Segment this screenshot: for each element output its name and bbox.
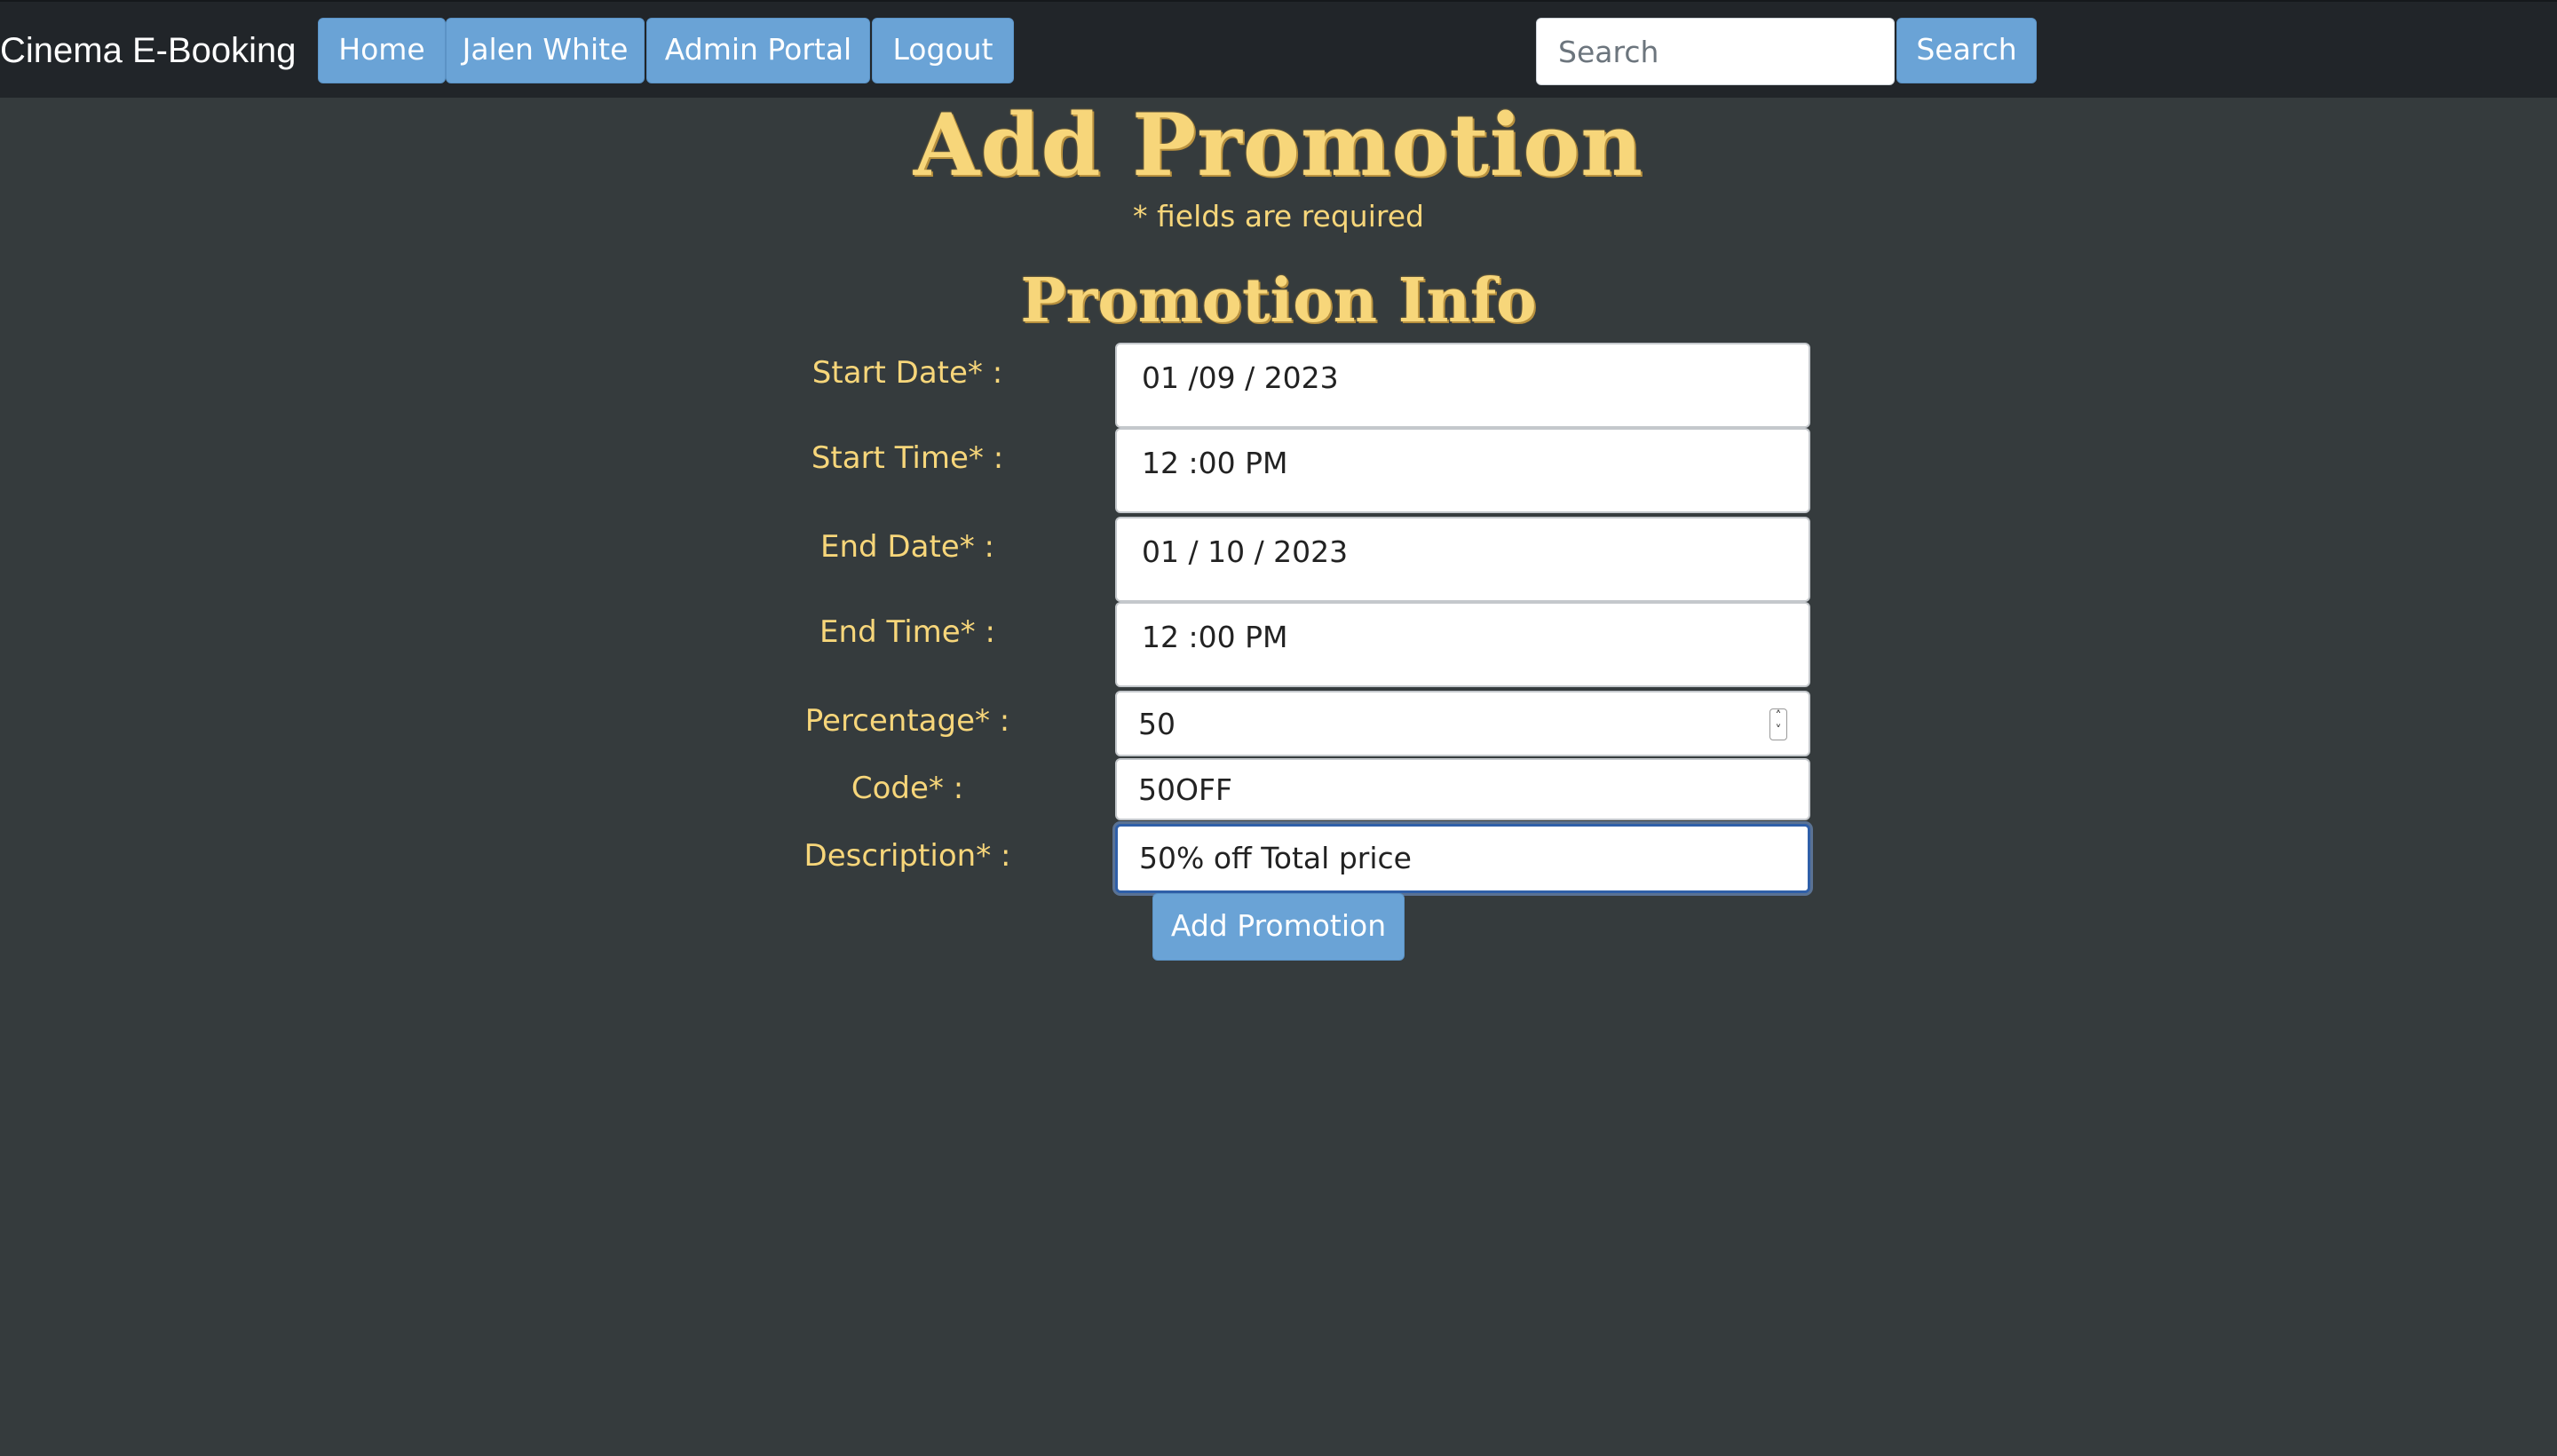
end-time-label: End Time* : [819, 614, 995, 650]
code-field[interactable]: 50OFF [1115, 758, 1810, 820]
code-value: 50OFF [1138, 772, 1232, 807]
percentage-field[interactable]: 50 ˄ ˅ [1115, 691, 1810, 756]
start-date-field[interactable]: 01 /09 / 2023 [1115, 343, 1810, 428]
nav-admin-portal-button[interactable]: Admin Portal [646, 18, 870, 83]
add-promotion-button[interactable]: Add Promotion [1152, 893, 1405, 961]
search-button[interactable]: Search [1896, 18, 2037, 83]
start-time-value: 12 :00 PM [1142, 446, 1288, 480]
description-value: 50% off Total price [1139, 841, 1412, 875]
start-time-label: Start Time* : [811, 440, 1004, 476]
page-title: Add Promotion [913, 95, 1644, 195]
nav-logout-button[interactable]: Logout [872, 18, 1014, 83]
section-title: Promotion Info [1020, 265, 1537, 336]
start-time-field[interactable]: 12 :00 PM [1115, 428, 1810, 513]
end-time-value: 12 :00 PM [1142, 620, 1288, 654]
nav-user-button[interactable]: Jalen White [446, 18, 645, 83]
required-note: * fields are required [1132, 199, 1424, 233]
navbar: Cinema E-Booking Home Jalen White Admin … [0, 0, 2557, 98]
search-input[interactable] [1536, 18, 1895, 85]
code-label: Code* : [851, 771, 964, 806]
percentage-value: 50 [1138, 707, 1176, 741]
description-field[interactable]: 50% off Total price [1115, 824, 1810, 893]
start-date-value: 01 /09 / 2023 [1142, 360, 1339, 395]
end-date-value: 01 / 10 / 2023 [1142, 534, 1349, 569]
number-spinner-icon[interactable]: ˄ ˅ [1769, 708, 1787, 740]
description-label: Description* : [804, 838, 1011, 874]
end-date-field[interactable]: 01 / 10 / 2023 [1115, 517, 1810, 602]
nav-home-button[interactable]: Home [318, 18, 446, 83]
end-time-field[interactable]: 12 :00 PM [1115, 602, 1810, 687]
brand-logo[interactable]: Cinema E-Booking [0, 28, 297, 73]
end-date-label: End Date* : [820, 529, 994, 565]
percentage-label: Percentage* : [804, 703, 1010, 739]
start-date-label: Start Date* : [811, 355, 1003, 391]
